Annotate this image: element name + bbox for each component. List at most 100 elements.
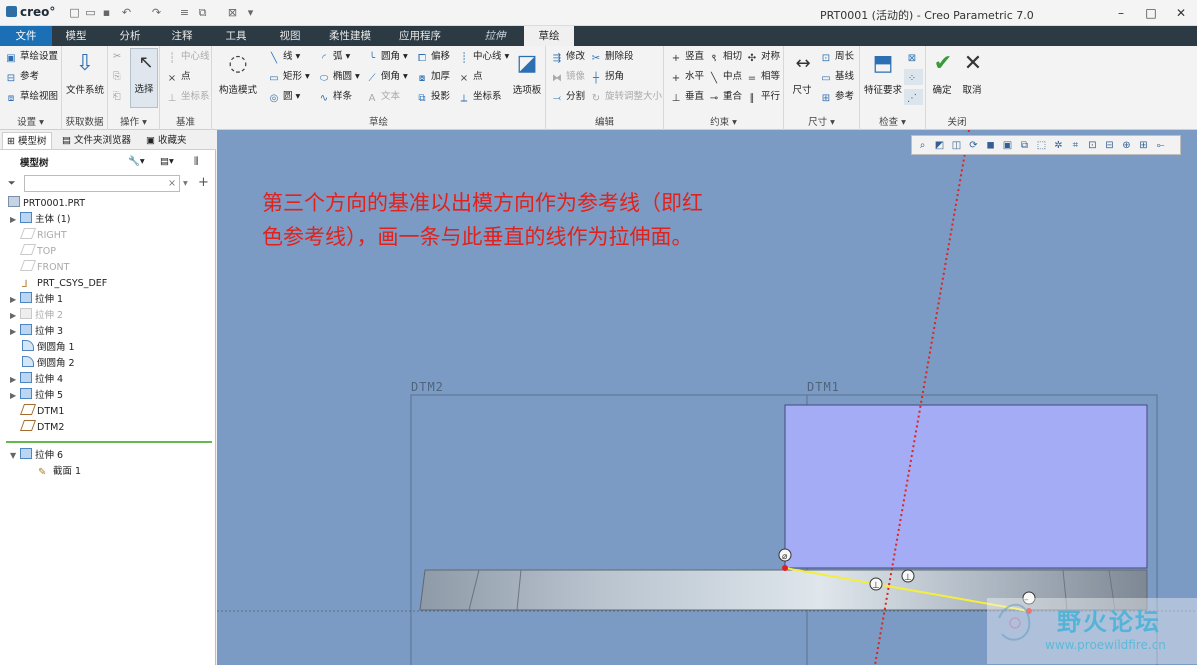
windows-icon[interactable]: ⧉ — [196, 6, 209, 19]
tab-favorites[interactable]: ▣ 收藏夹 — [142, 132, 191, 149]
tree-search-input[interactable] — [24, 175, 180, 192]
maximize-icon[interactable]: □ — [1140, 4, 1162, 22]
ellipse-button[interactable]: ⬭ 椭圆 ▾ — [318, 69, 360, 85]
paste-icon[interactable]: ⎗ — [113, 89, 121, 105]
thicken-button[interactable]: ⧇ 加厚 — [416, 69, 450, 85]
delete-segment-button[interactable]: ✂ 删除段 — [590, 49, 634, 65]
sketcher-display-icon[interactable]: ⊡ — [1086, 139, 1099, 152]
offset-button[interactable]: ⧠ 偏移 — [416, 49, 450, 65]
reference-dimension-button[interactable]: ⊞ 参考 — [820, 89, 854, 105]
tab-file[interactable]: 文件 — [0, 26, 52, 46]
mirror-button[interactable]: ⧓ 镜像 — [551, 69, 585, 85]
open-file-icon[interactable]: ▭ — [84, 6, 97, 19]
graphics-area[interactable]: ⌀ ⊥ ⊥ – ⌕ ◩ ◫ ⟳ ◼ ▣ ⧉ ⬚ ✲ ⌗ ⊡ ⊟ ⊕ ⊞ ⟜ 第三… — [217, 130, 1197, 665]
arc-button[interactable]: ◜ 弧 ▾ — [318, 49, 350, 65]
sketch-setup-button[interactable]: ▣ 草绘设置 — [5, 49, 58, 65]
tab-flexible-modeling[interactable]: 柔性建模 — [320, 26, 380, 46]
cancel-button[interactable]: ✕ 取消 — [958, 50, 986, 96]
tab-sketch[interactable]: 草绘 — [524, 26, 574, 46]
add-icon[interactable]: + — [198, 175, 209, 191]
spin-center-icon[interactable]: ⊕ — [1120, 139, 1133, 152]
rectangle-button[interactable]: ▭ 矩形 ▾ — [268, 69, 310, 85]
redo-icon[interactable]: ↷ — [150, 6, 163, 19]
tree-display-icon[interactable]: ▤▾ — [160, 154, 174, 170]
save-icon[interactable]: ▪ — [100, 6, 113, 19]
tree-item-round-2[interactable]: 倒圆角 2 — [22, 356, 75, 372]
palette-button[interactable]: ◪ 选项板 — [510, 50, 544, 96]
zoom-in-icon[interactable]: ◩ — [933, 139, 946, 152]
equal-button[interactable]: = 相等 — [746, 69, 780, 85]
close-window-icon[interactable]: ⊠ — [226, 6, 239, 19]
sketch-start-point[interactable] — [782, 565, 788, 571]
tree-item-round-1[interactable]: 倒圆角 1 — [22, 340, 75, 356]
tab-model[interactable]: 模型 — [54, 26, 98, 46]
tree-item-extrude-5[interactable]: ▶ 拉伸 5 — [10, 388, 63, 404]
tree-item-body[interactable]: ▶ 主体 (1) — [10, 212, 70, 228]
datum-point-button[interactable]: × 点 — [166, 69, 191, 85]
modify-button[interactable]: ⇶ 修改 — [551, 49, 585, 65]
sketch-view-button[interactable]: ⧈ 草绘视图 — [5, 89, 58, 105]
repaint-icon[interactable]: ⟳ — [967, 139, 980, 152]
perpendicular-button[interactable]: ⊥ 垂直 — [670, 89, 704, 105]
tree-item-extrude-2[interactable]: ▶ 拉伸 2 — [10, 308, 63, 324]
project-button[interactable]: ⧉ 投影 — [416, 89, 450, 105]
tree-item-extrude-4[interactable]: ▶ 拉伸 4 — [10, 372, 63, 388]
tree-item-front[interactable]: FRONT — [19, 260, 69, 276]
tree-item-dtm1[interactable]: DTM1 — [19, 404, 64, 420]
sketch-view-icon[interactable]: ⧉ — [1018, 139, 1031, 152]
tab-applications[interactable]: 应用程序 — [388, 26, 452, 46]
overlap-check-icon[interactable]: ⊠ — [906, 49, 921, 65]
construction-mode-button[interactable]: ◌ 构造模式 — [216, 50, 260, 96]
view-manager-icon[interactable]: ⬚ — [1035, 139, 1048, 152]
chamfer-button[interactable]: ⟋ 倒角 ▾ — [366, 69, 408, 85]
coincident-button[interactable]: ⊸ 重合 — [708, 89, 742, 105]
baseline-button[interactable]: ▭ 基线 — [820, 69, 854, 85]
sketch-centerline-button[interactable]: ┊ 中心线 ▾ — [458, 49, 509, 65]
display-style-icon[interactable]: ◼ — [984, 139, 997, 152]
close-icon[interactable]: ✕ — [1170, 4, 1192, 22]
file-system-button[interactable]: ⇩ 文件系统 — [64, 50, 106, 96]
tab-tools[interactable]: 工具 — [214, 26, 258, 46]
insert-here-marker[interactable] — [6, 441, 212, 443]
tree-item-extrude-1[interactable]: ▶ 拉伸 1 — [10, 292, 63, 308]
csys-display-icon[interactable]: ⊞ — [1137, 139, 1150, 152]
sketch-csys-button[interactable]: ⟂ 坐标系 — [458, 89, 502, 105]
tab-model-tree[interactable]: ⊞ 模型树 — [2, 132, 52, 149]
tab-analysis[interactable]: 分析 — [108, 26, 152, 46]
dimension-button[interactable]: ↔ 尺寸 — [788, 50, 816, 96]
saved-orientations-icon[interactable]: ▣ — [1001, 139, 1014, 152]
tangent-button[interactable]: ९ 相切 — [708, 49, 742, 65]
datum-display-icon[interactable]: ⌗ — [1069, 139, 1082, 152]
new-file-icon[interactable]: □ — [68, 6, 81, 19]
corner-button[interactable]: ┼ 拐角 — [590, 69, 624, 85]
text-button[interactable]: A 文本 — [366, 89, 400, 105]
parallel-button[interactable]: ∥ 平行 — [746, 89, 781, 105]
tree-item-csys[interactable]: ⅃ PRT_CSYS_DEF — [22, 276, 107, 292]
regenerate-icon[interactable]: ≡ — [178, 6, 191, 19]
tree-item-top[interactable]: TOP — [19, 244, 56, 260]
shade-closed-loops-icon[interactable]: ⋰ — [904, 89, 923, 105]
points-display-icon[interactable]: ⟜ — [1154, 139, 1167, 152]
perspective-icon[interactable]: ✲ — [1052, 139, 1065, 152]
sketch-point-button[interactable]: × 点 — [458, 69, 483, 85]
tab-extrude[interactable]: 拉伸 — [470, 26, 520, 46]
zoom-out-icon[interactable]: ◫ — [950, 139, 963, 152]
circle-button[interactable]: ◎ 圆 ▾ — [268, 89, 301, 105]
datum-csys-button[interactable]: ⊥ 坐标系 — [166, 89, 210, 105]
minimize-icon[interactable]: – — [1110, 4, 1132, 22]
customize-dropdown-icon[interactable]: ▾ — [244, 6, 257, 19]
datum-centerline-button[interactable]: ┆ 中心线 — [166, 49, 210, 65]
perimeter-button[interactable]: ⊡ 周长 — [820, 49, 854, 65]
search-dropdown-icon[interactable]: ▾ — [183, 176, 188, 192]
references-button[interactable]: ⊟ 参考 — [5, 69, 39, 85]
tree-item-right[interactable]: RIGHT — [19, 228, 67, 244]
undo-icon[interactable]: ↶ — [120, 6, 133, 19]
symmetric-button[interactable]: ✣ 对称 — [746, 49, 780, 65]
tree-item-part[interactable]: PRT0001.PRT — [8, 196, 85, 212]
tree-item-extrude-3[interactable]: ▶ 拉伸 3 — [10, 324, 63, 340]
tree-item-dtm2[interactable]: DTM2 — [19, 420, 64, 436]
tab-view[interactable]: 视图 — [268, 26, 312, 46]
vertical-button[interactable]: + 竖直 — [670, 49, 704, 65]
feature-requirements-button[interactable]: ⬒ 特征要求 — [862, 50, 904, 96]
tree-item-section-1[interactable]: ✎ 截面 1 — [38, 464, 81, 480]
